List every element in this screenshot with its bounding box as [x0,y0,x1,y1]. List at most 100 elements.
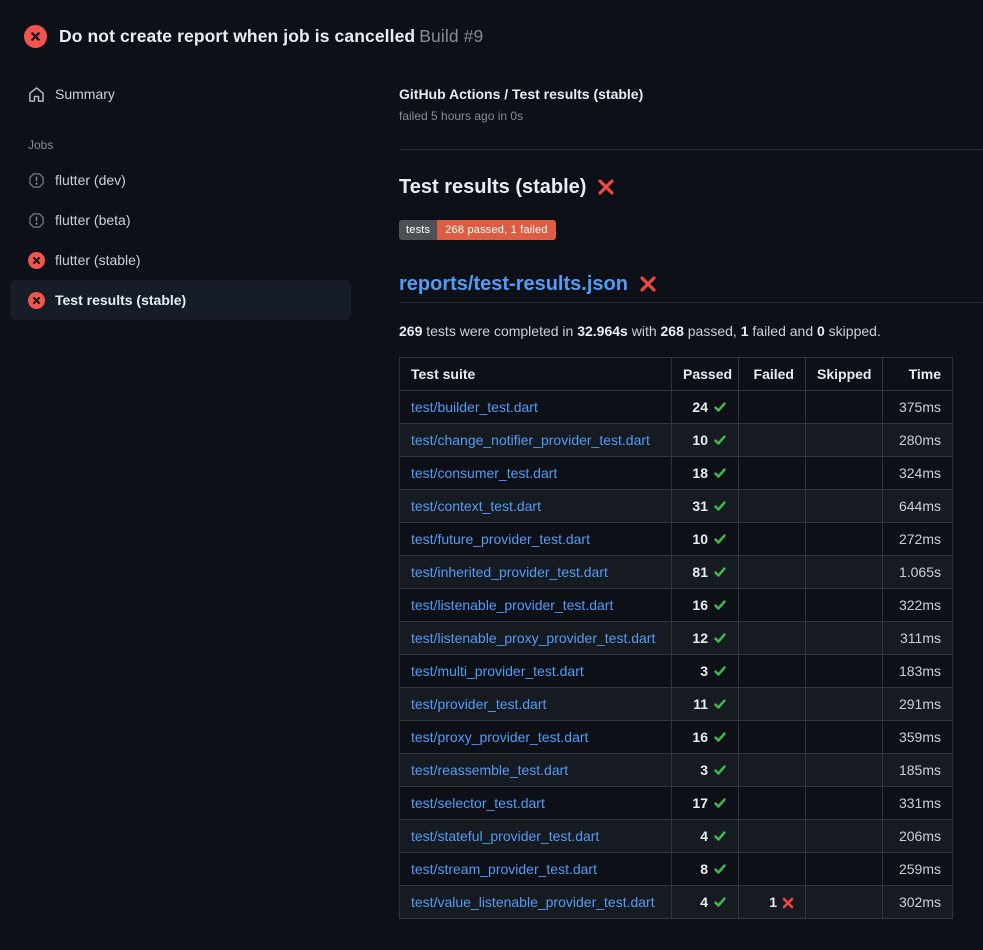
table-row: test/listenable_proxy_provider_test.dart… [400,622,953,655]
check-icon [713,829,727,843]
suite-link[interactable]: test/provider_test.dart [411,696,546,712]
suite-cell: test/provider_test.dart [400,688,672,721]
suite-cell: test/stateful_provider_test.dart [400,820,672,853]
passed-count: 10 [692,531,708,547]
suite-link[interactable]: test/multi_provider_test.dart [411,663,584,679]
passed-count: 17 [692,795,708,811]
suite-link[interactable]: test/listenable_provider_test.dart [411,597,613,613]
window-header: Do not create report when job is cancell… [0,0,983,56]
table-row: test/change_notifier_provider_test.dart1… [400,424,953,457]
table-row: test/inherited_provider_test.dart811.065… [400,556,953,589]
failed-cell [739,853,806,886]
suite-link[interactable]: test/reassemble_test.dart [411,762,568,778]
column-header-passed: Passed [672,358,739,391]
suite-cell: test/future_provider_test.dart [400,523,672,556]
time-cell: 259ms [883,853,953,886]
main-content: GitHub Actions / Test results (stable) f… [399,56,983,919]
sidebar-item-summary[interactable]: Summary [10,77,351,111]
build-number: Build #9 [419,26,483,46]
suite-link[interactable]: test/proxy_provider_test.dart [411,729,588,745]
passed-count: 11 [693,696,708,712]
suite-link[interactable]: test/consumer_test.dart [411,465,557,481]
passed-count: 24 [692,399,708,415]
suite-link[interactable]: test/listenable_proxy_provider_test.dart [411,630,655,646]
sidebar-item-test-results-stable[interactable]: Test results (stable) [10,280,351,320]
badge-label: tests [399,220,437,240]
sidebar-item-label: flutter (beta) [55,212,130,228]
passed-cell: 10 [672,523,739,556]
suite-link[interactable]: test/stream_provider_test.dart [411,861,597,877]
table-row: test/reassemble_test.dart3185ms [400,754,953,787]
skipped-cell [806,391,883,424]
table-row: test/future_provider_test.dart10272ms [400,523,953,556]
suite-cell: test/selector_test.dart [400,787,672,820]
report-heading: reports/test-results.json [399,273,983,303]
passed-cell: 12 [672,622,739,655]
check-icon [713,400,727,414]
suite-link[interactable]: test/value_listenable_provider_test.dart [411,894,655,910]
badge-value: 268 passed, 1 failed [437,220,555,240]
suite-link[interactable]: test/builder_test.dart [411,399,538,415]
skipped-cell [806,556,883,589]
suite-cell: test/listenable_provider_test.dart [400,589,672,622]
failed-cell [739,655,806,688]
check-icon [713,697,727,711]
column-header-skipped: Skipped [806,358,883,391]
check-icon [713,598,727,612]
passed-count: 16 [692,729,708,745]
table-row: test/builder_test.dart 24 375ms [400,391,953,424]
report-link[interactable]: reports/test-results.json [399,273,628,295]
suite-link[interactable]: test/inherited_provider_test.dart [411,564,608,580]
sidebar: Summary Jobs flutter (dev)flutter (beta)… [0,56,399,320]
failed-count: 1 [769,894,777,910]
skipped-cell [806,424,883,457]
failed-cell [739,688,806,721]
table-row: test/listenable_provider_test.dart16322m… [400,589,953,622]
cancelled-status-icon [28,212,45,229]
column-header-test-suite: Test suite [400,358,672,391]
check-icon [713,466,727,480]
passed-cell: 3 [672,655,739,688]
time-cell: 1.065s [883,556,953,589]
passed-cell: 18 [672,457,739,490]
sidebar-item-label: Summary [55,86,115,102]
page-title: Do not create report when job is cancell… [59,26,415,46]
suite-link[interactable]: test/stateful_provider_test.dart [411,828,599,844]
failed-cell [739,754,806,787]
sidebar-item-flutter-dev[interactable]: flutter (dev) [10,160,351,200]
check-icon [713,499,727,513]
failed-status-icon [28,252,45,269]
check-icon [713,631,727,645]
sidebar-item-flutter-beta[interactable]: flutter (beta) [10,200,351,240]
cross-icon [782,897,794,909]
suite-link[interactable]: test/selector_test.dart [411,795,545,811]
check-icon [713,796,727,810]
suite-cell: test/change_notifier_provider_test.dart [400,424,672,457]
time-cell: 302ms [883,886,953,919]
failed-cell [739,457,806,490]
failed-cell [739,721,806,754]
summary-line: 269 tests were completed in 32.964s with… [399,323,983,339]
skipped-cell [806,655,883,688]
suite-cell: test/consumer_test.dart [400,457,672,490]
table-row: test/proxy_provider_test.dart16359ms [400,721,953,754]
column-header-time: Time [883,358,953,391]
suite-cell: test/stream_provider_test.dart [400,853,672,886]
suite-link[interactable]: test/change_notifier_provider_test.dart [411,432,650,448]
skipped-cell [806,490,883,523]
sidebar-item-flutter-stable[interactable]: flutter (stable) [10,240,351,280]
failed-cross-icon [639,275,657,293]
sidebar-item-label: flutter (dev) [55,172,126,188]
suite-link[interactable]: test/future_provider_test.dart [411,531,590,547]
time-cell: 375ms [883,391,953,424]
suite-link[interactable]: test/context_test.dart [411,498,541,514]
sidebar-item-label: Test results (stable) [55,292,186,308]
suite-cell: test/inherited_provider_test.dart [400,556,672,589]
cancelled-status-icon [28,172,45,189]
table-row: test/provider_test.dart11291ms [400,688,953,721]
check-icon [713,565,727,579]
suite-cell: test/proxy_provider_test.dart [400,721,672,754]
suite-cell: test/listenable_proxy_provider_test.dart [400,622,672,655]
failed-cell [739,589,806,622]
check-icon [713,895,727,909]
